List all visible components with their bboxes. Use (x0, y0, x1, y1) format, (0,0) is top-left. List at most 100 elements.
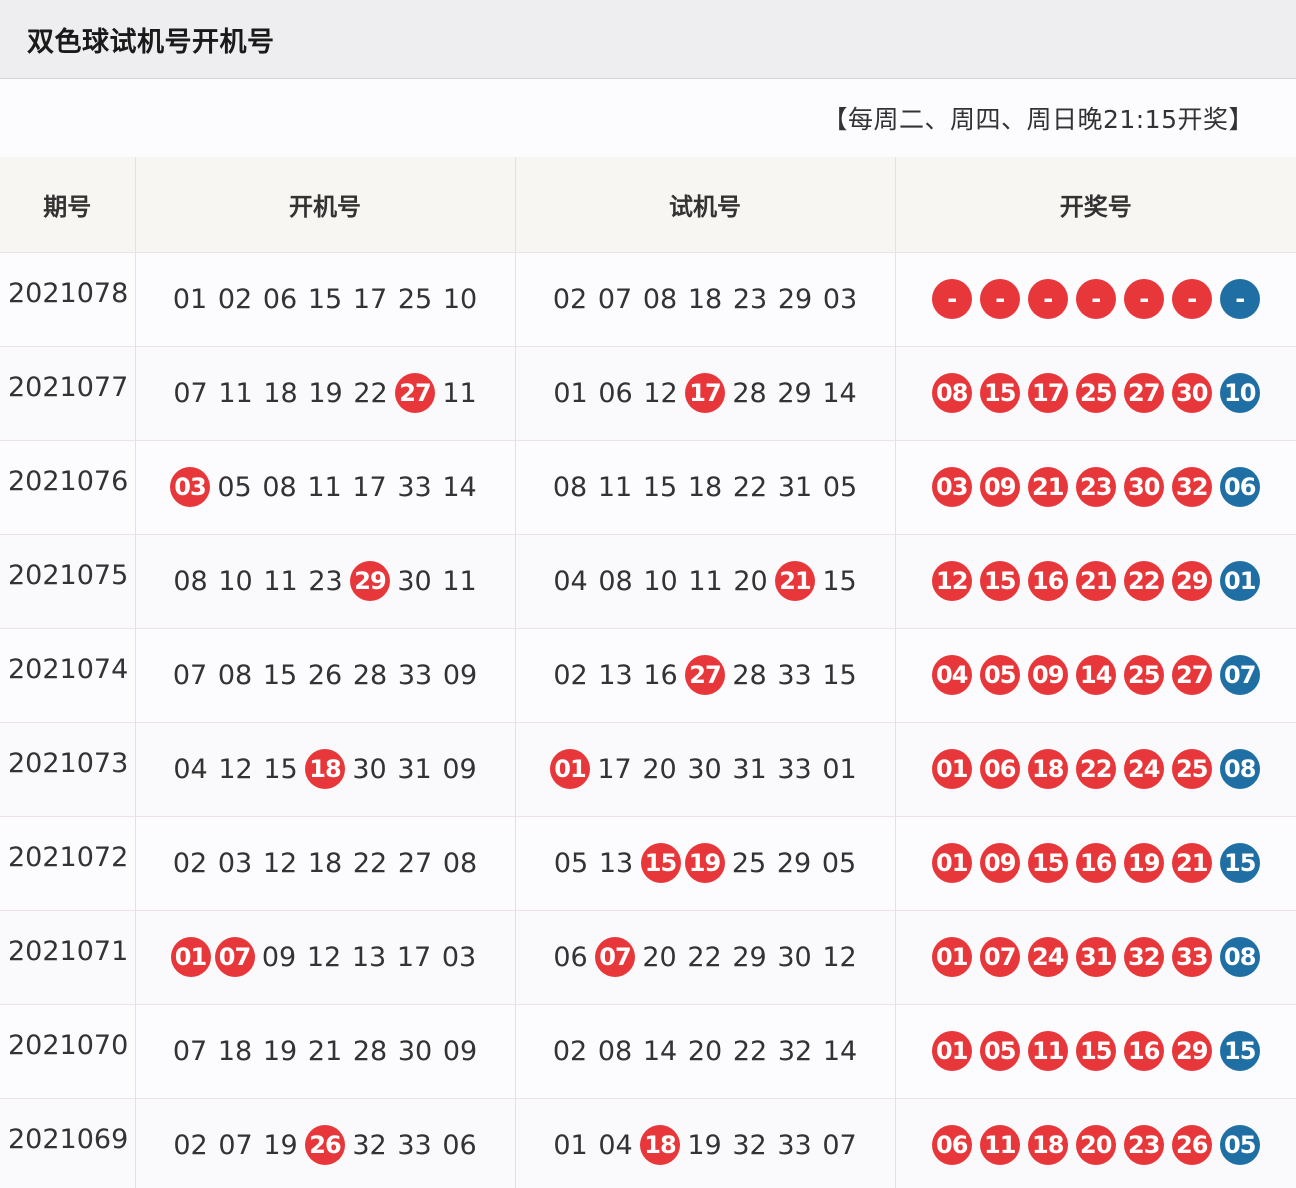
open-numbers: 02 03 12 18 22 27 08 (168, 848, 483, 879)
number: 31 (397, 753, 432, 785)
number: 32 (732, 1129, 767, 1161)
number: 22 (732, 471, 768, 503)
table-row: 2021072 02 03 12 18 22 27 08 05 13 15 19 25 29 05 01 09 1… (0, 816, 1296, 910)
number: 01 (553, 377, 588, 409)
blue-ball: 06 (1219, 467, 1260, 507)
number: 23 (732, 283, 768, 315)
winning-balls: 04 05 09 14 25 27 07 (931, 655, 1260, 695)
period-cell: 2021076 (0, 440, 136, 534)
red-ball: - (1123, 279, 1164, 319)
number: 03 (217, 847, 253, 879)
winning-balls: 12 15 16 21 22 29 01 (931, 561, 1260, 601)
number: 28 (732, 659, 767, 691)
number: 29 (777, 283, 813, 315)
number: 17 (352, 471, 387, 503)
blue-ball: - (1219, 279, 1260, 319)
winning-numbers-cell: 08 15 17 25 27 30 10 (895, 346, 1296, 440)
winning-balls: 06 11 18 20 23 26 05 (931, 1125, 1260, 1165)
number: 15 (642, 471, 678, 503)
matched-number-ball: 01 (170, 937, 211, 977)
blue-ball: 08 (1219, 937, 1260, 977)
number: 06 (598, 377, 633, 409)
open-numbers: 07 08 15 26 28 33 09 (168, 660, 483, 691)
number: 10 (218, 565, 253, 597)
period-cell: 2021078 (0, 252, 136, 346)
winning-numbers-cell: 01 09 15 16 19 21 15 (895, 816, 1296, 910)
blue-ball: 07 (1219, 655, 1260, 695)
red-ball: 16 (1027, 561, 1068, 601)
number: 18 (217, 1035, 253, 1067)
header-period: 期号 (0, 157, 136, 253)
number: 30 (777, 941, 812, 973)
open-numbers-cell: 07 18 19 21 28 30 09 (135, 1004, 516, 1098)
red-ball: 32 (1171, 467, 1212, 507)
table-row: 2021074 07 08 15 26 28 33 09 02 13 16 27 28 33 15 04 05 0… (0, 628, 1296, 722)
trial-numbers-cell: 08 11 15 18 22 31 05 (515, 440, 896, 534)
red-ball: 15 (979, 373, 1020, 413)
winning-balls: 01 06 18 22 24 25 08 (931, 749, 1260, 789)
number: 02 (173, 1129, 208, 1161)
red-ball: - (1171, 279, 1212, 319)
winning-balls: 01 09 15 16 19 21 15 (931, 843, 1260, 883)
red-ball: 33 (1171, 937, 1212, 977)
number: 10 (442, 283, 478, 315)
number: 18 (687, 283, 723, 315)
number: 03 (822, 283, 858, 315)
number: 14 (442, 471, 477, 503)
number: 33 (397, 659, 433, 691)
number: 19 (263, 1129, 298, 1161)
red-ball: - (979, 279, 1020, 319)
red-ball: 03 (931, 467, 972, 507)
number: 27 (397, 847, 433, 879)
number: 19 (308, 377, 343, 409)
number: 08 (642, 283, 678, 315)
period-cell: 2021073 (0, 722, 136, 816)
trial-numbers: 01 06 12 17 28 29 14 (548, 373, 862, 413)
matched-number-ball: 15 (640, 843, 681, 883)
table-row: 2021073 04 12 15 18 30 31 09 01 17 20 30 31 33 01 01 06 1… (0, 722, 1296, 816)
number: 05 (821, 847, 857, 879)
number: 30 (397, 1035, 433, 1067)
number: 08 (552, 471, 588, 503)
winning-numbers-cell: 06 11 18 20 23 26 05 (895, 1098, 1296, 1188)
trial-numbers-cell: 01 06 12 17 28 29 14 (515, 346, 896, 440)
number: 02 (172, 847, 208, 879)
trial-numbers: 04 08 10 11 20 21 15 (548, 561, 862, 601)
red-ball: 18 (1027, 1125, 1068, 1165)
matched-number-ball: 26 (305, 1125, 345, 1165)
trial-numbers: 08 11 15 18 22 31 05 (548, 472, 863, 503)
number: 25 (731, 847, 767, 879)
number: 08 (598, 565, 633, 597)
winning-balls: 03 09 21 23 30 32 06 (931, 467, 1260, 507)
winning-numbers-cell: 01 06 18 22 24 25 08 (895, 722, 1296, 816)
red-ball: 15 (1027, 843, 1068, 883)
number: 15 (263, 753, 298, 785)
number: 15 (262, 659, 298, 691)
winning-numbers-cell: 12 15 16 21 22 29 01 (895, 534, 1296, 628)
draw-table-body: 2021078 01 02 06 15 17 25 10 02 07 08 18 23 29 03- - - - -… (0, 252, 1296, 1188)
winning-balls: 08 15 17 25 27 30 10 (931, 373, 1260, 413)
number: 19 (687, 1129, 722, 1161)
number: 11 (442, 565, 477, 597)
red-ball: 19 (1123, 843, 1164, 883)
number: 11 (218, 377, 253, 409)
number: 30 (352, 753, 387, 785)
number: 12 (218, 753, 253, 785)
period-cell: 2021070 (0, 1004, 136, 1098)
period-cell: 2021072 (0, 816, 136, 910)
red-ball: 22 (1123, 561, 1164, 601)
number: 07 (172, 1035, 208, 1067)
number: 33 (777, 659, 812, 691)
number: 07 (822, 1129, 857, 1161)
number: 13 (351, 941, 387, 973)
page-title: 双色球试机号开机号 (27, 26, 275, 58)
table-row: 2021070 07 18 19 21 28 30 09 02 08 14 20 22 32 14 01 05 1… (0, 1004, 1296, 1098)
number: 33 (397, 1129, 432, 1161)
open-numbers: 02 07 19 26 32 33 06 (168, 1125, 482, 1165)
number: 17 (396, 941, 432, 973)
number: 09 (261, 941, 297, 973)
number: 05 (217, 471, 252, 503)
blue-ball: 05 (1219, 1125, 1260, 1165)
number: 33 (777, 753, 812, 785)
red-ball: 06 (931, 1125, 972, 1165)
